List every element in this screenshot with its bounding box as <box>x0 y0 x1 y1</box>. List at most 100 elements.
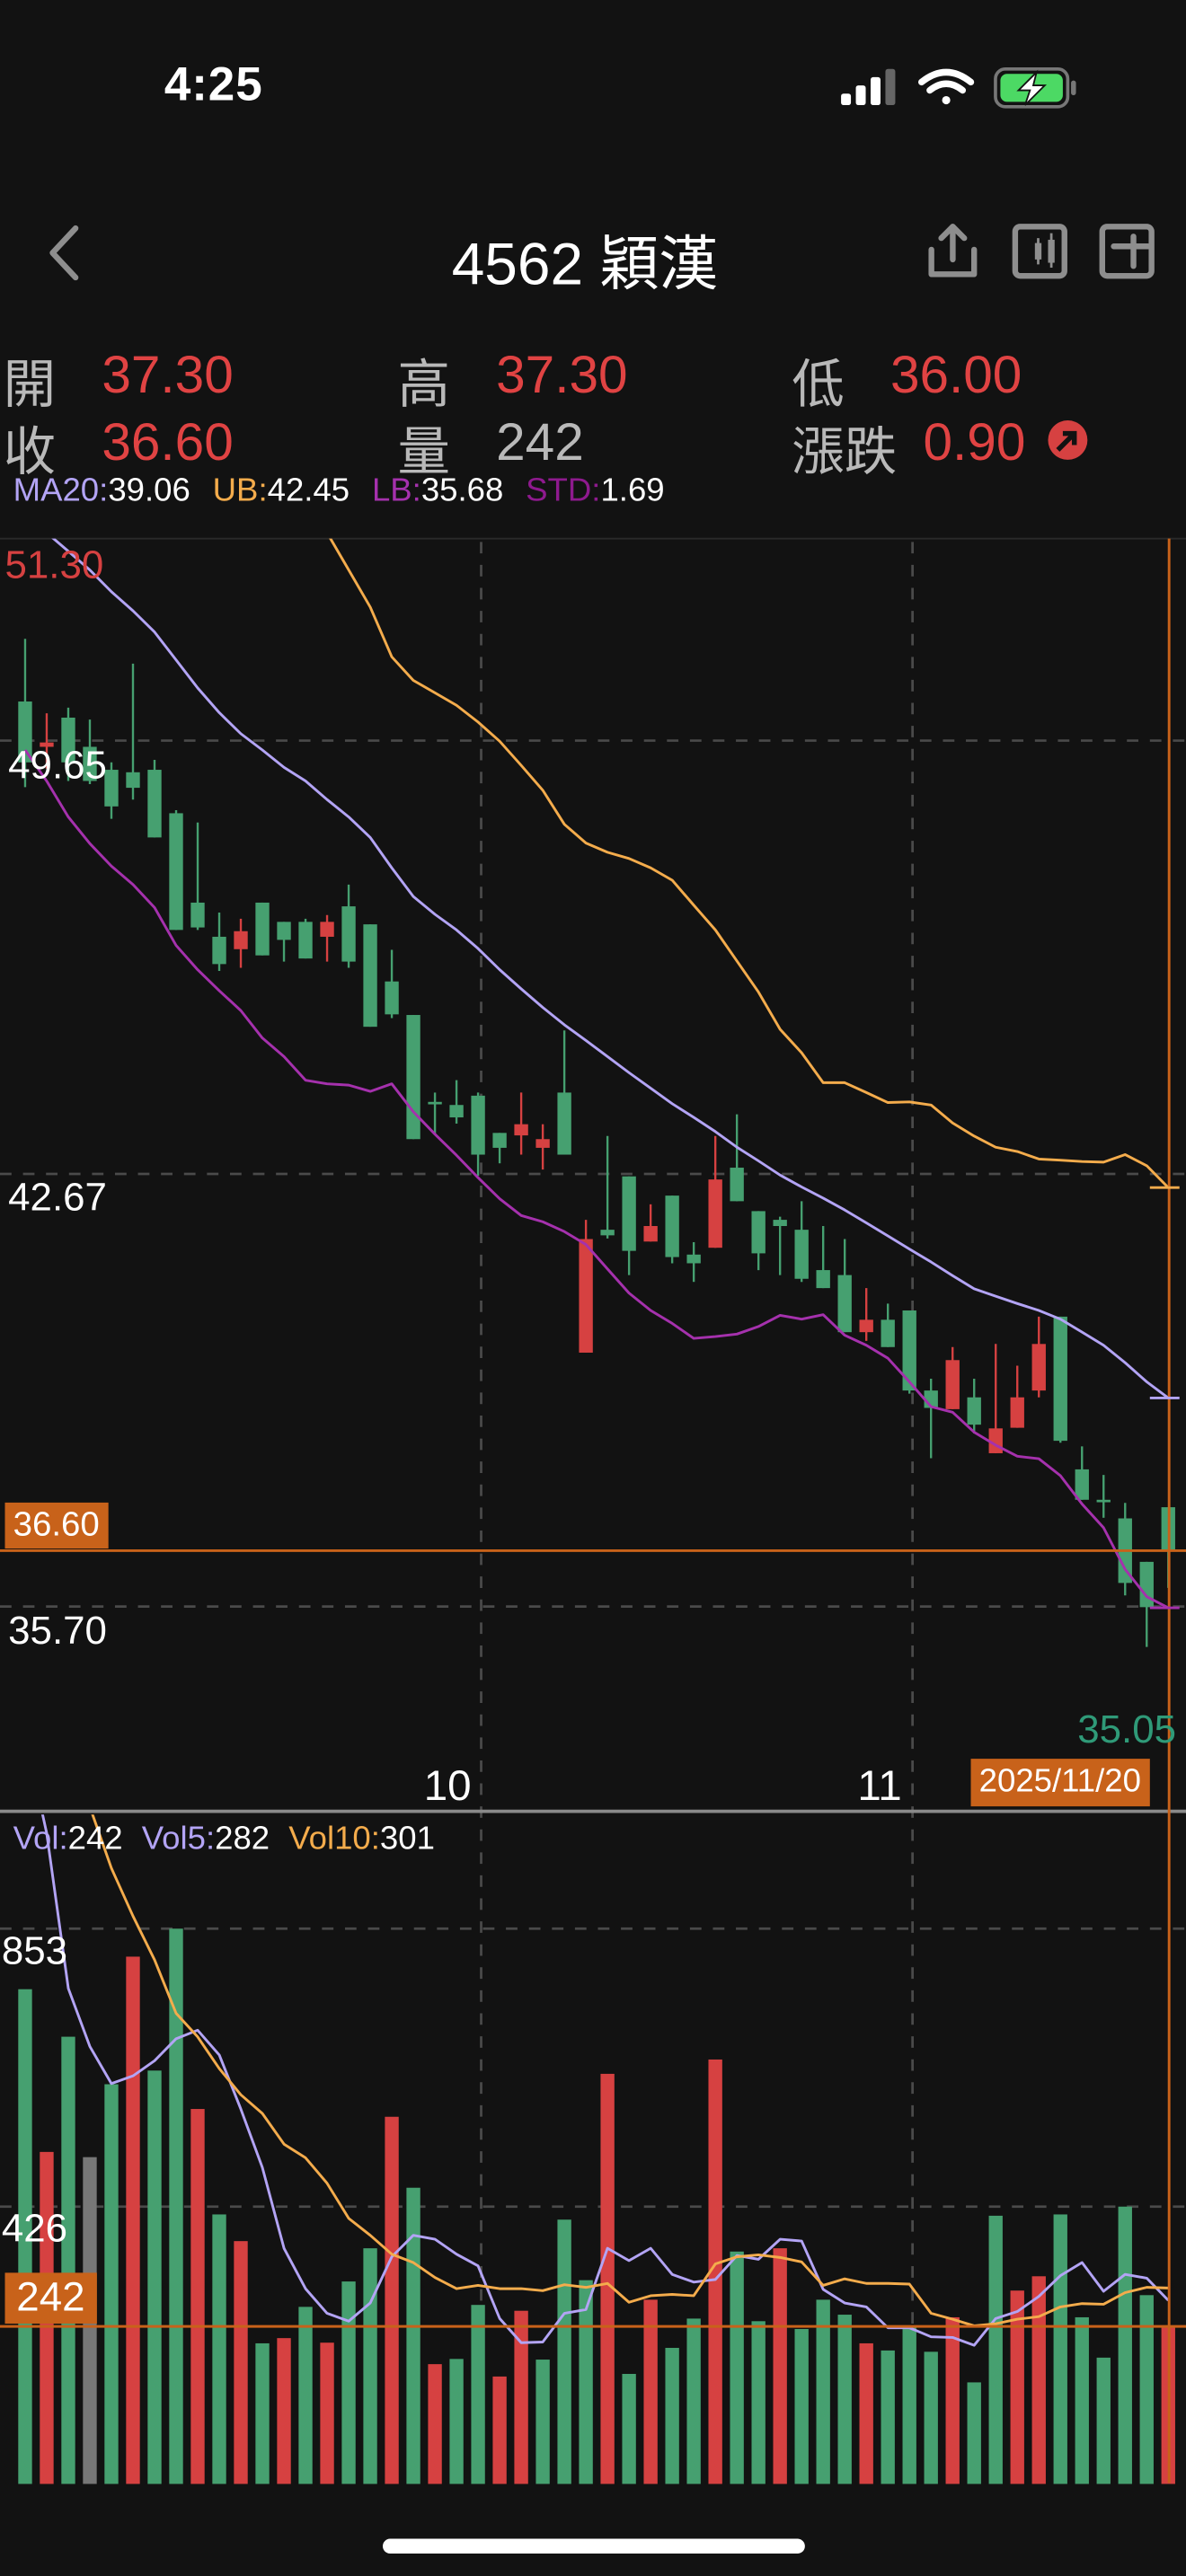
volume-bar <box>449 2359 464 2484</box>
volume-bar <box>1139 2295 1154 2484</box>
volume-bar <box>147 2070 162 2484</box>
candle-body <box>600 1230 615 1236</box>
candle-body <box>1096 1499 1111 1503</box>
candle <box>449 1080 464 1124</box>
candle-body <box>449 1105 464 1118</box>
candle <box>643 1204 658 1242</box>
volume-bar <box>104 2084 119 2484</box>
candle <box>535 1124 550 1170</box>
candle <box>190 822 205 931</box>
vol5-label: Vol5: <box>141 1821 216 1857</box>
ma20-line <box>51 538 1170 1399</box>
candle-body <box>816 1270 830 1289</box>
cursor-price-tag: 36.60 <box>4 1502 108 1549</box>
candle <box>298 918 313 959</box>
candle <box>1139 1561 1154 1647</box>
candle-body <box>557 1092 571 1155</box>
volume-bar <box>1031 2276 1046 2484</box>
kline-chart[interactable] <box>0 0 1186 2575</box>
candle <box>816 1226 830 1289</box>
volume-bar <box>385 2116 399 2484</box>
volume-bar <box>967 2382 981 2484</box>
candle-body <box>190 902 205 928</box>
candle <box>147 759 162 838</box>
candle <box>600 1135 615 1239</box>
volume-bar <box>622 2374 636 2484</box>
candle <box>579 1220 593 1353</box>
candle <box>1118 1503 1132 1596</box>
home-indicator[interactable] <box>382 2538 805 2554</box>
volume-bar <box>126 1956 140 2484</box>
candle <box>1010 1365 1024 1428</box>
candle-body <box>514 1124 528 1136</box>
volume-bar <box>1075 2316 1089 2484</box>
candle-body <box>967 1397 981 1425</box>
vol10-line <box>91 1814 1169 2327</box>
candle-body <box>622 1176 636 1251</box>
lower-band-line <box>23 749 1169 1610</box>
volume-bar <box>492 2376 507 2484</box>
candle-body <box>837 1275 852 1333</box>
price-max-label: 51.30 <box>4 543 104 588</box>
volume-bar <box>730 2251 744 2484</box>
vol10-value: 301 <box>379 1821 435 1857</box>
candle <box>492 1133 507 1164</box>
candle <box>1031 1316 1046 1398</box>
candle-body <box>686 1254 701 1264</box>
candle <box>988 1344 1003 1453</box>
vol-label: Vol: <box>13 1821 68 1857</box>
volume-bar <box>363 2248 377 2484</box>
volume-grid-label-1: 853 <box>1 1929 68 1974</box>
candle <box>945 1346 960 1409</box>
volume-bar <box>686 2318 701 2484</box>
candle <box>277 922 291 962</box>
volume-bar <box>773 2248 787 2484</box>
candle-body <box>126 772 140 789</box>
volume-bar <box>945 2316 960 2484</box>
candle <box>471 1092 485 1177</box>
candle <box>859 1288 873 1341</box>
candle <box>320 914 334 962</box>
candle-body <box>643 1226 658 1242</box>
candle-body <box>298 922 313 959</box>
candle-body <box>169 813 183 931</box>
candle <box>255 902 270 956</box>
candle <box>924 1379 938 1459</box>
candle <box>363 924 377 1028</box>
stock-chart-screen: 4:25 4562 穎漢 開 37.30 高 37.30 低 36.00 收 3… <box>0 0 1186 2575</box>
volume-bar <box>751 2321 766 2484</box>
volume-bar <box>61 2036 75 2484</box>
volume-bar <box>255 2342 270 2484</box>
upper-band-line <box>329 538 1170 1189</box>
volume-bar <box>794 2328 809 2484</box>
candle <box>622 1176 636 1275</box>
volume-bar <box>341 2281 356 2484</box>
candle-body <box>341 906 356 962</box>
volume-bar <box>902 2325 916 2484</box>
candle <box>514 1092 528 1155</box>
candle-body <box>579 1239 593 1353</box>
candle-body <box>320 922 334 937</box>
candle <box>341 884 356 968</box>
candle-body <box>1075 1469 1089 1500</box>
candle-body <box>385 981 399 1015</box>
candle-body <box>859 1319 873 1333</box>
candle-body <box>794 1230 809 1279</box>
vol10-label: Vol10: <box>288 1821 380 1857</box>
candle-body <box>492 1133 507 1148</box>
volume-bar <box>600 2073 615 2484</box>
candle <box>794 1201 809 1283</box>
volume-bar <box>988 2215 1003 2484</box>
candle-body <box>406 1015 420 1140</box>
candle <box>1075 1446 1089 1500</box>
candle-body <box>428 1101 442 1105</box>
volume-bar <box>234 2241 248 2484</box>
volume-bar <box>557 2219 571 2484</box>
price-grid-label-2: 42.67 <box>8 1176 107 1221</box>
candle-body <box>945 1360 960 1409</box>
volume-bar <box>320 2342 334 2484</box>
candle-body <box>363 924 377 1028</box>
volume-grid-label-2: 426 <box>1 2207 68 2252</box>
candle <box>837 1239 852 1333</box>
cursor-date-tag: 2025/11/20 <box>970 1759 1150 1807</box>
